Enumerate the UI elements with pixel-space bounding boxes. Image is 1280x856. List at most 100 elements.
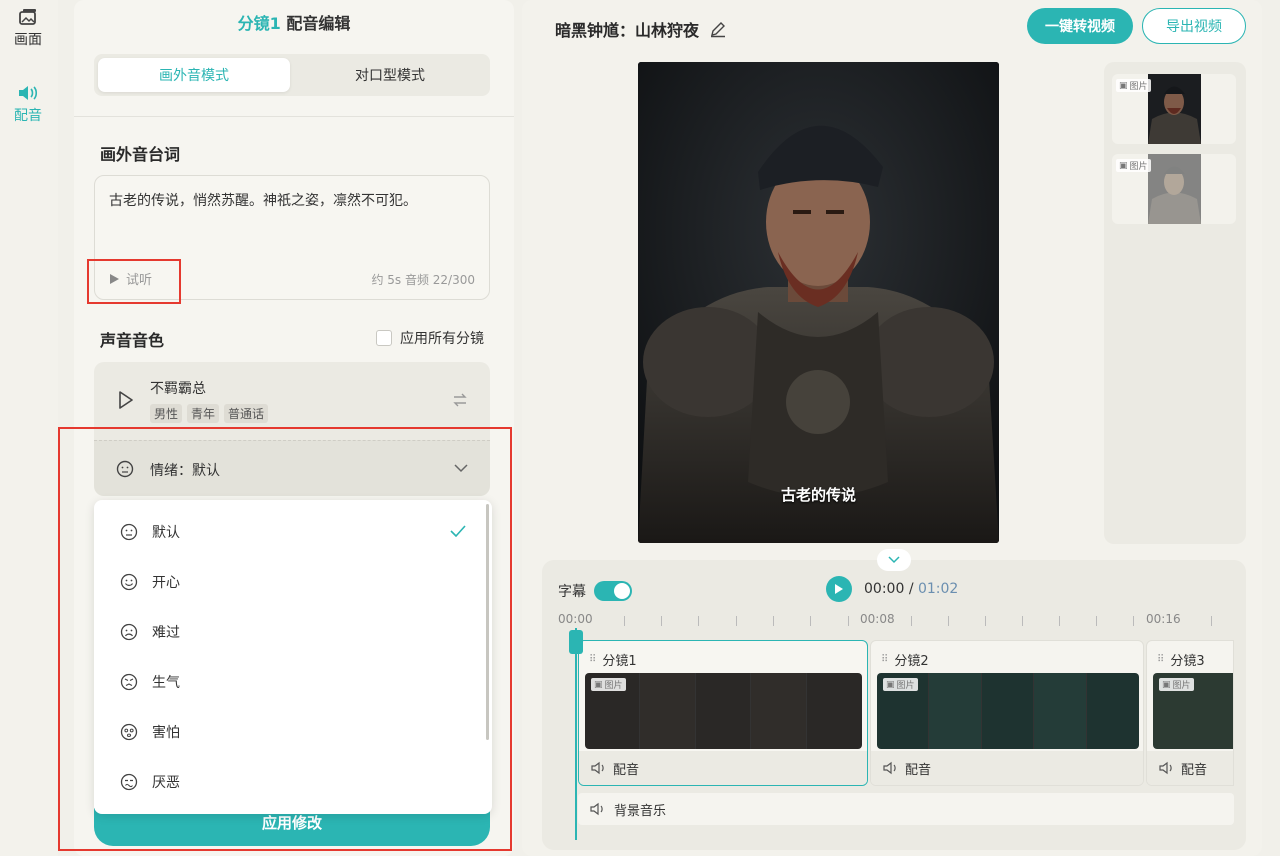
ruler-label: 00:00 (558, 612, 593, 626)
highlight-preview (87, 259, 181, 304)
subtitle-toggle-group: 字幕 (558, 581, 632, 601)
video-preview: 古老的传说 (638, 62, 999, 543)
editor-title: 分镜1 配音编辑 (74, 10, 514, 34)
project-title: 暗黑钟馗：山林狩夜 (555, 17, 727, 41)
thumbnail-image (1148, 154, 1201, 224)
dubbing-track[interactable]: 配音 (579, 751, 867, 785)
mode-switch: 画外音模式 对口型模式 (94, 54, 490, 96)
image-icon: ▣ (1119, 80, 1128, 91)
playhead[interactable] (575, 628, 577, 840)
play-icon[interactable] (118, 390, 134, 410)
image-tag: ▣ 图片 (1116, 79, 1151, 92)
checkbox-box[interactable] (376, 330, 392, 346)
convert-video-button[interactable]: 一键转视频 (1027, 8, 1133, 44)
current-time: 00:00 (864, 581, 905, 597)
rail-item-dubbing[interactable]: 配音 (0, 84, 56, 125)
image-tag-label: 图片 (1129, 162, 1148, 172)
image-tag: ▣ 图片 (883, 678, 918, 691)
clip-label: 分镜1 (602, 654, 637, 669)
dubbing-track[interactable]: 配音 (1147, 751, 1233, 785)
dubbing-label: 配音 (905, 762, 932, 778)
ruler-label: 00:08 (860, 612, 895, 626)
time-separator: / (908, 581, 914, 597)
image-icon (18, 8, 38, 26)
apply-all-label: 应用所有分镜 (400, 331, 484, 347)
speaker-icon (591, 761, 607, 775)
total-time: 01:02 (917, 581, 959, 597)
tab-lipsync-mode[interactable]: 对口型模式 (294, 58, 486, 92)
preview-panel: 暗黑钟馗：山林狩夜 一键转视频 导出视频 古老的传说 ▣ 图片 ▣ 图片 字幕 … (522, 0, 1262, 856)
side-rail: 画面 配音 (0, 0, 58, 856)
audio-counter: 约 5s 音频 22/300 (371, 273, 475, 287)
speaker-icon (17, 84, 39, 102)
image-tag-label: 图片 (1129, 82, 1148, 92)
editor-title-text: 配音编辑 (286, 14, 351, 33)
voice-tag: 青年 (187, 404, 220, 423)
play-button[interactable] (826, 576, 852, 602)
thumbnail-item[interactable]: ▣ 图片 (1112, 154, 1236, 224)
tab-voiceover-mode[interactable]: 画外音模式 (98, 58, 290, 92)
drag-handle-icon[interactable]: ⠿ (589, 654, 596, 665)
drag-handle-icon[interactable]: ⠿ (1157, 654, 1164, 665)
background-music-track[interactable]: 背景音乐 (578, 793, 1234, 825)
speaker-icon (1159, 761, 1175, 775)
playback-controls: 00:00 / 01:02 (826, 576, 958, 602)
divider (74, 116, 514, 117)
timeline-clip[interactable]: ⠿ 分镜1 ▣ 图片 配音 (578, 640, 868, 786)
highlight-emotion (58, 427, 512, 851)
clip-frames (585, 673, 862, 749)
script-section-title: 画外音台词 (100, 145, 181, 164)
voice-section-title: 声音音色 (100, 331, 165, 350)
image-tag-label: 图片 (1172, 681, 1191, 691)
time-ruler[interactable]: 00:00 00:08 00:16 (558, 612, 1234, 632)
image-tag: ▣ 图片 (1116, 159, 1151, 172)
image-tag: ▣ 图片 (591, 678, 626, 691)
image-tag: ▣ 图片 (1159, 678, 1194, 691)
edit-icon[interactable] (709, 20, 727, 38)
shot-label: 分镜1 (237, 14, 281, 33)
shot-thumbnails: ▣ 图片 ▣ 图片 (1104, 62, 1246, 544)
voice-tag: 普通话 (224, 404, 269, 423)
speaker-icon (590, 802, 606, 816)
swap-icon[interactable] (452, 392, 468, 408)
ruler-label: 00:16 (1146, 612, 1181, 626)
export-video-button[interactable]: 导出视频 (1142, 8, 1246, 44)
image-icon: ▣ (1162, 679, 1171, 690)
drag-handle-icon[interactable]: ⠿ (881, 654, 888, 665)
dubbing-label: 配音 (613, 762, 640, 778)
image-icon: ▣ (886, 679, 895, 690)
apply-all-checkbox[interactable]: 应用所有分镜 (376, 328, 484, 348)
rail-item-label: 配音 (14, 108, 42, 124)
chevron-down-icon (888, 556, 900, 564)
thumbnail-item[interactable]: ▣ 图片 (1112, 74, 1236, 144)
image-tag-label: 图片 (896, 681, 915, 691)
warrior-image (638, 62, 999, 543)
image-icon: ▣ (1119, 160, 1128, 171)
voice-tags: 男性 青年 普通话 (150, 404, 269, 423)
image-icon: ▣ (594, 679, 603, 690)
subtitle-overlay: 古老的传说 (780, 486, 856, 504)
subtitle-label: 字幕 (558, 584, 586, 600)
dubbing-track[interactable]: 配音 (871, 751, 1143, 785)
playhead-handle[interactable] (569, 630, 583, 654)
image-tag-label: 图片 (604, 681, 623, 691)
voice-name: 不羁霸总 (150, 381, 206, 397)
subtitle-toggle[interactable] (594, 581, 632, 601)
clip-header: ⠿ 分镜1 (589, 650, 637, 669)
timeline-clip[interactable]: ⠿ 分镜2 ▣ 图片 配音 (870, 640, 1144, 786)
project-title-text: 暗黑钟馗：山林狩夜 (555, 21, 700, 40)
clip-header: ⠿ 分镜2 (881, 650, 929, 669)
clip-header: ⠿ 分镜3 (1157, 650, 1205, 669)
clip-label: 分镜3 (1170, 654, 1205, 669)
timeline-clip[interactable]: ⠿ 分镜3 ▣ 图片 配音 (1146, 640, 1234, 786)
dubbing-label: 配音 (1181, 762, 1208, 778)
script-text: 古老的传说，悄然苏醒。神祇之姿，凛然不可犯。 (109, 193, 417, 209)
timeline-panel: 字幕 00:00 / 01:02 00:00 00:08 00:16 ⠿ 分镜1 … (542, 560, 1246, 850)
voice-tag: 男性 (150, 404, 183, 423)
rail-item-label: 画面 (14, 32, 42, 48)
rail-item-image[interactable]: 画面 (0, 8, 56, 49)
bgm-label: 背景音乐 (614, 803, 667, 819)
thumbnail-image (1148, 74, 1201, 144)
collapse-button[interactable] (877, 549, 911, 571)
speaker-icon (883, 761, 899, 775)
